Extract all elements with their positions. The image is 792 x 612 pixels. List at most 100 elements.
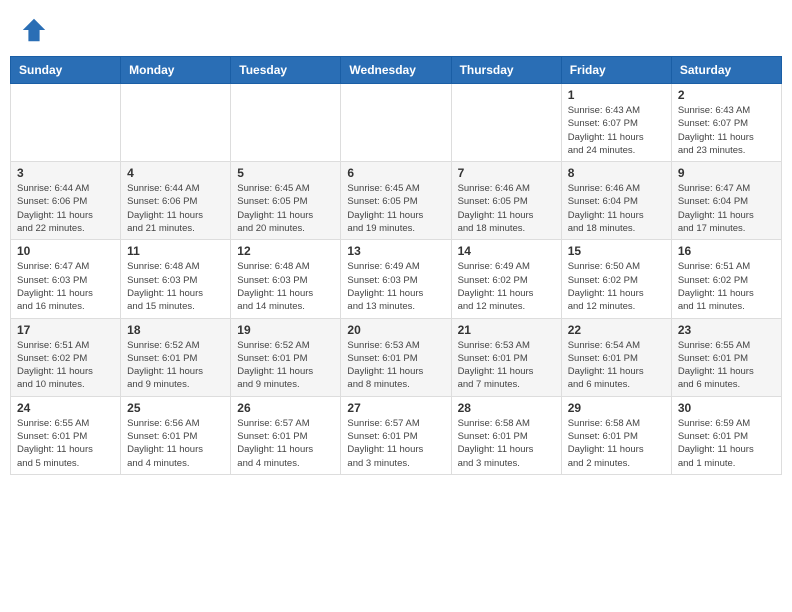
day-detail: Sunrise: 6:45 AM Sunset: 6:05 PM Dayligh… — [237, 182, 334, 235]
day-detail: Sunrise: 6:54 AM Sunset: 6:01 PM Dayligh… — [568, 339, 665, 392]
logo — [20, 16, 52, 44]
day-detail: Sunrise: 6:48 AM Sunset: 6:03 PM Dayligh… — [237, 260, 334, 313]
calendar-cell: 15 Sunrise: 6:50 AM Sunset: 6:02 PM Dayli… — [561, 240, 671, 318]
day-detail: Sunrise: 6:46 AM Sunset: 6:05 PM Dayligh… — [458, 182, 555, 235]
calendar-cell: 4 Sunrise: 6:44 AM Sunset: 6:06 PM Daylig… — [121, 162, 231, 240]
day-number: 18 — [127, 323, 224, 337]
calendar-cell: 11 Sunrise: 6:48 AM Sunset: 6:03 PM Dayli… — [121, 240, 231, 318]
day-detail: Sunrise: 6:51 AM Sunset: 6:02 PM Dayligh… — [17, 339, 114, 392]
day-detail: Sunrise: 6:56 AM Sunset: 6:01 PM Dayligh… — [127, 417, 224, 470]
calendar-cell — [451, 84, 561, 162]
day-number: 10 — [17, 244, 114, 258]
calendar-cell: 19 Sunrise: 6:52 AM Sunset: 6:01 PM Dayli… — [231, 318, 341, 396]
day-detail: Sunrise: 6:55 AM Sunset: 6:01 PM Dayligh… — [678, 339, 775, 392]
day-number: 11 — [127, 244, 224, 258]
calendar-container: SundayMondayTuesdayWednesdayThursdayFrid… — [0, 56, 792, 485]
day-detail: Sunrise: 6:58 AM Sunset: 6:01 PM Dayligh… — [458, 417, 555, 470]
calendar-cell: 25 Sunrise: 6:56 AM Sunset: 6:01 PM Dayli… — [121, 396, 231, 474]
calendar-cell — [11, 84, 121, 162]
day-number: 24 — [17, 401, 114, 415]
day-header-sunday: Sunday — [11, 57, 121, 84]
day-number: 26 — [237, 401, 334, 415]
day-number: 2 — [678, 88, 775, 102]
day-number: 8 — [568, 166, 665, 180]
day-number: 14 — [458, 244, 555, 258]
day-header-friday: Friday — [561, 57, 671, 84]
calendar-cell: 7Sunrise: 6:46 AM Sunset: 6:05 PM Daylig… — [451, 162, 561, 240]
calendar-cell — [341, 84, 451, 162]
day-detail: Sunrise: 6:52 AM Sunset: 6:01 PM Dayligh… — [127, 339, 224, 392]
calendar-cell: 24 Sunrise: 6:55 AM Sunset: 6:01 PM Dayli… — [11, 396, 121, 474]
calendar-cell: 20 Sunrise: 6:53 AM Sunset: 6:01 PM Dayli… — [341, 318, 451, 396]
day-number: 4 — [127, 166, 224, 180]
calendar-cell: 29 Sunrise: 6:58 AM Sunset: 6:01 PM Dayli… — [561, 396, 671, 474]
calendar-cell: 6 Sunrise: 6:45 AM Sunset: 6:05 PM Daylig… — [341, 162, 451, 240]
day-header-wednesday: Wednesday — [341, 57, 451, 84]
day-detail: Sunrise: 6:52 AM Sunset: 6:01 PM Dayligh… — [237, 339, 334, 392]
day-header-monday: Monday — [121, 57, 231, 84]
calendar-cell: 2 Sunrise: 6:43 AM Sunset: 6:07 PM Daylig… — [671, 84, 781, 162]
day-detail: Sunrise: 6:50 AM Sunset: 6:02 PM Dayligh… — [568, 260, 665, 313]
day-number: 20 — [347, 323, 444, 337]
day-detail: Sunrise: 6:45 AM Sunset: 6:05 PM Dayligh… — [347, 182, 444, 235]
calendar-cell: 14 Sunrise: 6:49 AM Sunset: 6:02 PM Dayli… — [451, 240, 561, 318]
day-number: 27 — [347, 401, 444, 415]
day-header-thursday: Thursday — [451, 57, 561, 84]
day-number: 19 — [237, 323, 334, 337]
day-number: 13 — [347, 244, 444, 258]
day-header-tuesday: Tuesday — [231, 57, 341, 84]
day-detail: Sunrise: 6:48 AM Sunset: 6:03 PM Dayligh… — [127, 260, 224, 313]
day-detail: Sunrise: 6:44 AM Sunset: 6:06 PM Dayligh… — [17, 182, 114, 235]
day-number: 25 — [127, 401, 224, 415]
day-detail: Sunrise: 6:47 AM Sunset: 6:04 PM Dayligh… — [678, 182, 775, 235]
calendar-week-0: 1 Sunrise: 6:43 AM Sunset: 6:07 PM Daylig… — [11, 84, 782, 162]
day-detail: Sunrise: 6:49 AM Sunset: 6:02 PM Dayligh… — [458, 260, 555, 313]
calendar-week-3: 17 Sunrise: 6:51 AM Sunset: 6:02 PM Dayli… — [11, 318, 782, 396]
calendar-week-1: 3Sunrise: 6:44 AM Sunset: 6:06 PM Daylig… — [11, 162, 782, 240]
day-detail: Sunrise: 6:53 AM Sunset: 6:01 PM Dayligh… — [347, 339, 444, 392]
calendar-cell: 26 Sunrise: 6:57 AM Sunset: 6:01 PM Dayli… — [231, 396, 341, 474]
calendar-cell: 28 Sunrise: 6:58 AM Sunset: 6:01 PM Dayli… — [451, 396, 561, 474]
day-detail: Sunrise: 6:58 AM Sunset: 6:01 PM Dayligh… — [568, 417, 665, 470]
calendar-cell: 27 Sunrise: 6:57 AM Sunset: 6:01 PM Dayli… — [341, 396, 451, 474]
day-number: 23 — [678, 323, 775, 337]
day-number: 9 — [678, 166, 775, 180]
day-number: 17 — [17, 323, 114, 337]
logo-icon — [20, 16, 48, 44]
day-number: 28 — [458, 401, 555, 415]
day-number: 12 — [237, 244, 334, 258]
day-detail: Sunrise: 6:47 AM Sunset: 6:03 PM Dayligh… — [17, 260, 114, 313]
calendar-cell: 12 Sunrise: 6:48 AM Sunset: 6:03 PM Dayli… — [231, 240, 341, 318]
calendar-cell — [231, 84, 341, 162]
day-number: 6 — [347, 166, 444, 180]
page-header — [0, 0, 792, 52]
calendar-week-2: 10 Sunrise: 6:47 AM Sunset: 6:03 PM Dayli… — [11, 240, 782, 318]
day-number: 29 — [568, 401, 665, 415]
calendar-cell: 8Sunrise: 6:46 AM Sunset: 6:04 PM Daylig… — [561, 162, 671, 240]
calendar-cell: 3Sunrise: 6:44 AM Sunset: 6:06 PM Daylig… — [11, 162, 121, 240]
day-detail: Sunrise: 6:57 AM Sunset: 6:01 PM Dayligh… — [237, 417, 334, 470]
day-number: 1 — [568, 88, 665, 102]
calendar-cell: 23 Sunrise: 6:55 AM Sunset: 6:01 PM Dayli… — [671, 318, 781, 396]
day-detail: Sunrise: 6:59 AM Sunset: 6:01 PM Dayligh… — [678, 417, 775, 470]
calendar-cell: 18 Sunrise: 6:52 AM Sunset: 6:01 PM Dayli… — [121, 318, 231, 396]
day-detail: Sunrise: 6:53 AM Sunset: 6:01 PM Dayligh… — [458, 339, 555, 392]
calendar-cell: 30 Sunrise: 6:59 AM Sunset: 6:01 PM Dayli… — [671, 396, 781, 474]
day-number: 30 — [678, 401, 775, 415]
calendar-cell: 21Sunrise: 6:53 AM Sunset: 6:01 PM Dayli… — [451, 318, 561, 396]
day-detail: Sunrise: 6:43 AM Sunset: 6:07 PM Dayligh… — [678, 104, 775, 157]
calendar-week-4: 24 Sunrise: 6:55 AM Sunset: 6:01 PM Dayli… — [11, 396, 782, 474]
day-number: 15 — [568, 244, 665, 258]
day-detail: Sunrise: 6:57 AM Sunset: 6:01 PM Dayligh… — [347, 417, 444, 470]
calendar-cell: 9 Sunrise: 6:47 AM Sunset: 6:04 PM Daylig… — [671, 162, 781, 240]
calendar-cell: 17 Sunrise: 6:51 AM Sunset: 6:02 PM Dayli… — [11, 318, 121, 396]
calendar-cell: 5 Sunrise: 6:45 AM Sunset: 6:05 PM Daylig… — [231, 162, 341, 240]
day-detail: Sunrise: 6:44 AM Sunset: 6:06 PM Dayligh… — [127, 182, 224, 235]
day-number: 16 — [678, 244, 775, 258]
calendar-cell: 13 Sunrise: 6:49 AM Sunset: 6:03 PM Dayli… — [341, 240, 451, 318]
day-detail: Sunrise: 6:49 AM Sunset: 6:03 PM Dayligh… — [347, 260, 444, 313]
day-detail: Sunrise: 6:51 AM Sunset: 6:02 PM Dayligh… — [678, 260, 775, 313]
day-detail: Sunrise: 6:55 AM Sunset: 6:01 PM Dayligh… — [17, 417, 114, 470]
day-detail: Sunrise: 6:43 AM Sunset: 6:07 PM Dayligh… — [568, 104, 665, 157]
day-number: 5 — [237, 166, 334, 180]
